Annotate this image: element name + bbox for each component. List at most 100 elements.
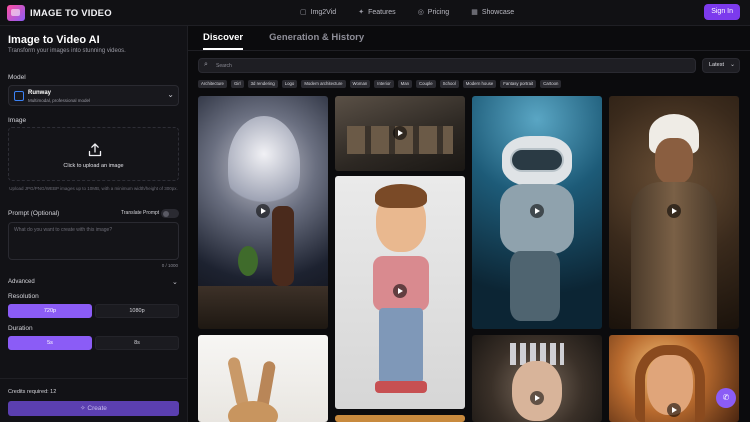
nav-showcase[interactable]: ▦ Showcase (471, 8, 515, 17)
main-nav: ▢ Img2Vid ✦ Features ◎ Pricing ▦ Showcase (300, 8, 515, 17)
diving-mask (510, 148, 564, 172)
tag-chip[interactable]: Modern house (462, 80, 497, 88)
tab-generation-history[interactable]: Generation & History (269, 32, 364, 50)
tag-filter-list: Architecture Girl 3d rendering Logo Mode… (198, 80, 562, 88)
video-icon: ▢ (300, 9, 307, 16)
gallery-video-golden-woman[interactable] (609, 335, 739, 422)
brand-name: IMAGE TO VIDEO (30, 7, 112, 19)
gallery-video-crowned-woman[interactable] (472, 335, 602, 422)
brand-logo-icon (7, 5, 25, 21)
tag-chip[interactable]: Woman (349, 80, 371, 88)
man-face (655, 138, 693, 184)
sparkle-icon: ✦ (358, 9, 365, 16)
gallery-video-cartoon-boy[interactable] (335, 176, 465, 409)
gallery-video-diver-cat[interactable] (472, 96, 602, 329)
resolution-option-1080p[interactable]: 1080p (95, 304, 179, 318)
resolution-selector: 720p 1080p (8, 304, 179, 318)
gallery-tabs: Discover Generation & History (203, 32, 364, 50)
nav-label: Pricing (427, 8, 450, 16)
resolution-option-720p[interactable]: 720p (8, 304, 92, 318)
grid-icon: ▦ (471, 9, 478, 16)
image-label: Image (8, 117, 27, 124)
panel-subtitle: Transform your images into stunning vide… (8, 48, 126, 54)
tag-chip[interactable]: Man (397, 80, 413, 88)
gallery-video-arab-man[interactable] (609, 96, 739, 329)
play-icon[interactable] (256, 204, 270, 218)
play-icon[interactable] (393, 284, 407, 298)
tag-chip[interactable]: Girl (230, 80, 244, 88)
tag-chip[interactable]: Architecture (198, 80, 227, 88)
advanced-toggle[interactable]: Advanced (8, 279, 35, 285)
rabbit-ear (226, 356, 250, 408)
sort-value: Latest (709, 62, 724, 68)
tree (238, 246, 258, 276)
cat-legs (510, 251, 560, 321)
boy-hair (375, 184, 427, 208)
play-icon[interactable] (393, 126, 407, 140)
gallery-area: Discover Generation & History ⌕ Search L… (188, 26, 750, 422)
tag-chip[interactable]: Couple (416, 80, 436, 88)
create-button[interactable]: ✧ Create (8, 401, 179, 416)
pricing-icon: ◎ (417, 9, 424, 16)
ground (198, 286, 328, 329)
warrior-figure (272, 206, 294, 286)
chat-support-button[interactable]: ✆ (716, 388, 736, 408)
model-select[interactable]: Runway Multimodal, professional model ⌄ (8, 85, 179, 106)
cat-body (500, 184, 574, 254)
play-icon[interactable] (530, 391, 544, 405)
translate-prompt-label: Translate Prompt (121, 210, 160, 216)
prompt-char-counter: 0 / 1000 (161, 263, 178, 268)
duration-option-8s[interactable]: 8s (95, 336, 179, 350)
duration-label: Duration (8, 325, 33, 332)
play-icon[interactable] (667, 403, 681, 417)
nav-features[interactable]: ✦ Features (358, 8, 396, 17)
tag-chip[interactable]: Modern architecture (301, 80, 346, 88)
tag-chip[interactable]: 3d rendering (247, 80, 278, 88)
prompt-textarea[interactable]: What do you want to create with this ima… (8, 222, 179, 260)
gallery-video-rabbit[interactable] (198, 335, 328, 422)
search-placeholder: Search (216, 63, 232, 69)
boy-jeans (379, 308, 423, 383)
duration-option-5s[interactable]: 5s (8, 336, 92, 350)
upload-requirements: Upload JPG/PNG/WEBP images up to 10MB, w… (9, 186, 178, 191)
create-label: Create (87, 405, 107, 412)
model-name: Runway (28, 90, 52, 96)
eagle-figure (228, 116, 300, 211)
tag-chip[interactable]: Interior (374, 80, 394, 88)
gallery-video-partial[interactable] (335, 415, 465, 422)
search-icon: ⌕ (204, 61, 208, 68)
panel-title: Image to Video AI (8, 34, 100, 46)
nav-pricing[interactable]: ◎ Pricing (417, 8, 450, 17)
upload-text: Click to upload an image (63, 163, 124, 169)
play-icon[interactable] (667, 204, 681, 218)
nav-label: Showcase (481, 8, 515, 16)
prompt-placeholder: What do you want to create with this ima… (14, 227, 113, 233)
nav-img2vid[interactable]: ▢ Img2Vid (300, 8, 337, 17)
rabbit-head (228, 401, 278, 422)
image-upload-dropzone[interactable]: Click to upload an image (8, 127, 179, 181)
brand[interactable]: IMAGE TO VIDEO (7, 5, 112, 21)
nav-label: Features (368, 8, 396, 16)
duration-selector: 5s 8s (8, 336, 179, 350)
chevron-down-icon[interactable]: ⌄ (172, 278, 178, 286)
tab-discover[interactable]: Discover (203, 32, 244, 50)
nav-label: Img2Vid (310, 8, 337, 16)
tag-chip[interactable]: Cartoon (540, 80, 562, 88)
credits-required: Credits required: 12 (8, 389, 57, 395)
gallery-video-eagle-warrior[interactable] (198, 96, 328, 329)
sign-in-button[interactable]: Sign In (704, 4, 740, 20)
boy-shoes (375, 381, 427, 393)
sort-select[interactable]: Latest ⌄ (702, 58, 740, 73)
tag-chip[interactable]: Logo (281, 80, 298, 88)
runway-logo-icon (14, 91, 24, 101)
chevron-down-icon: ⌄ (729, 62, 735, 68)
play-icon[interactable] (530, 204, 544, 218)
tag-chip[interactable]: School (439, 80, 459, 88)
panel-footer: Credits required: 12 ✧ Create (0, 378, 188, 422)
gallery-video-classroom[interactable] (335, 96, 465, 171)
upload-icon (88, 143, 102, 157)
tag-chip[interactable]: Fantasy portrait (500, 80, 537, 88)
chevron-down-icon: ⌄ (167, 90, 174, 99)
translate-prompt-toggle[interactable] (161, 209, 179, 218)
search-input[interactable]: ⌕ Search (198, 58, 696, 73)
